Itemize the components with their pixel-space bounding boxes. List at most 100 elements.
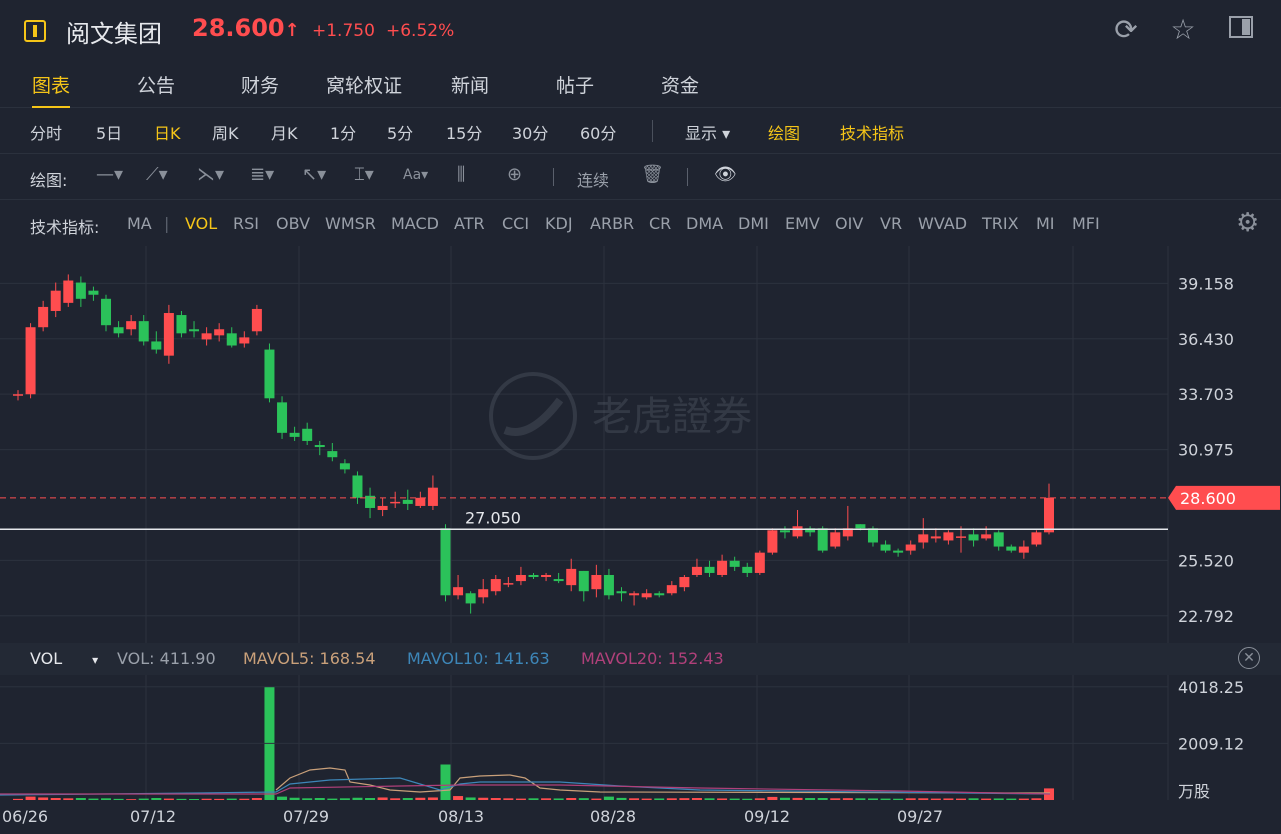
- candle-body: [553, 579, 564, 582]
- indicator-mi[interactable]: MI: [1036, 214, 1055, 233]
- continuous-toggle[interactable]: 连续: [577, 167, 609, 191]
- volume-bar: [101, 798, 112, 800]
- volume-bar: [38, 797, 49, 800]
- indicator-obv[interactable]: OBV: [276, 214, 310, 233]
- measure-tool-icon[interactable]: ⌶▾: [354, 164, 374, 185]
- candle-body: [251, 308, 262, 332]
- indicator-mfi[interactable]: MFI: [1072, 214, 1100, 233]
- kline-chart[interactable]: 老虎證券 39.158 36.430 33.703 30.975 25.520 22.79…: [0, 246, 1281, 834]
- candle-body: [754, 552, 765, 573]
- trend-tool-icon[interactable]: ⟋▾: [146, 164, 168, 185]
- zoom-icon[interactable]: ⊕: [507, 164, 522, 185]
- period-15min[interactable]: 15分: [446, 120, 482, 144]
- tab-capital[interactable]: 资金: [661, 71, 699, 98]
- volume-bar: [629, 798, 640, 800]
- refresh-icon[interactable]: ⟳: [1110, 14, 1142, 46]
- date-tick-label: 07/29: [283, 807, 329, 826]
- indicator-trix[interactable]: TRIX: [982, 214, 1019, 233]
- draw-button[interactable]: 绘图: [768, 120, 800, 144]
- indicator-rsi[interactable]: RSI: [233, 214, 259, 233]
- candle-body: [415, 497, 426, 506]
- tab-announcements[interactable]: 公告: [137, 71, 175, 98]
- period-daily[interactable]: 日K: [154, 120, 181, 144]
- candle-body: [377, 505, 388, 510]
- vol-selector[interactable]: VOL ▾: [30, 649, 98, 668]
- panel-toggle-icon[interactable]: [1225, 14, 1257, 46]
- candle-body: [490, 579, 501, 592]
- period-monthly[interactable]: 月K: [271, 120, 298, 144]
- period-1min[interactable]: 1分: [330, 120, 356, 144]
- volume-bar: [691, 798, 702, 800]
- date-tick-label: 08/13: [438, 807, 484, 826]
- candle-body: [603, 574, 614, 596]
- volume-bar: [88, 798, 99, 800]
- display-dropdown[interactable]: 显示 ▾: [685, 120, 730, 144]
- indicator-cci[interactable]: CCI: [502, 214, 529, 233]
- price-tick-label: 33.703: [1178, 385, 1234, 404]
- indicator-oiv[interactable]: OIV: [835, 214, 863, 233]
- mavol10-line: [0, 777, 1051, 796]
- indicator-vol[interactable]: VOL: [185, 214, 217, 233]
- trash-icon[interactable]: 🗑: [641, 164, 664, 185]
- close-icon[interactable]: ✕: [1238, 647, 1260, 669]
- candle-body: [339, 463, 350, 470]
- volume-bar: [289, 797, 300, 800]
- volume-bar: [314, 798, 325, 800]
- volume-bar: [75, 798, 86, 800]
- indicator-cr[interactable]: CR: [649, 214, 671, 233]
- volume-bar: [453, 796, 464, 800]
- period-weekly[interactable]: 周K: [212, 120, 239, 144]
- indicator-arbr[interactable]: ARBR: [590, 214, 634, 233]
- period-intraday[interactable]: 分时: [30, 120, 62, 144]
- tab-posts[interactable]: 帖子: [556, 71, 594, 98]
- indicators-button[interactable]: 技术指标: [840, 120, 904, 144]
- zigzag-tool-icon[interactable]: ⋋▾: [197, 164, 224, 185]
- indicator-dma[interactable]: DMA: [686, 214, 723, 233]
- candle-body: [528, 574, 539, 578]
- volume-bar: [541, 798, 552, 800]
- indicator-kdj[interactable]: KDJ: [545, 214, 573, 233]
- candle-body: [691, 566, 702, 575]
- star-icon[interactable]: ☆: [1167, 14, 1199, 46]
- indicator-wmsr[interactable]: WMSR: [325, 214, 376, 233]
- period-30min[interactable]: 30分: [512, 120, 548, 144]
- candle-body: [930, 536, 941, 539]
- candle-tool-icon[interactable]: ⫼: [457, 164, 465, 185]
- tab-warrants[interactable]: 窝轮权证: [326, 71, 402, 98]
- period-5min[interactable]: 5分: [387, 120, 413, 144]
- candles: [13, 274, 1054, 614]
- price-change-pct: +6.52%: [386, 21, 455, 41]
- arrow-tool-icon[interactable]: ↖▾: [302, 164, 326, 185]
- indicator-vr[interactable]: VR: [880, 214, 902, 233]
- line-tool-icon[interactable]: —▾: [96, 164, 123, 185]
- tab-chart[interactable]: 图表: [32, 71, 71, 108]
- gear-icon[interactable]: ⚙: [1236, 208, 1259, 238]
- indicator-atr[interactable]: ATR: [454, 214, 485, 233]
- candle-body: [63, 280, 74, 303]
- text-tool-icon[interactable]: Aa▾: [403, 167, 428, 183]
- indicator-ma[interactable]: MA: [127, 214, 152, 233]
- indicator-dmi[interactable]: DMI: [738, 214, 769, 233]
- indicator-macd[interactable]: MACD: [391, 214, 439, 233]
- period-5day[interactable]: 5日: [96, 120, 122, 144]
- tab-financials[interactable]: 财务: [241, 71, 279, 98]
- volume-bar: [1006, 798, 1017, 800]
- divider: |: [164, 214, 170, 233]
- candle-body: [981, 534, 992, 539]
- period-60min[interactable]: 60分: [580, 120, 616, 144]
- candle-body: [302, 428, 313, 441]
- volume-bar: [603, 796, 614, 800]
- tab-news[interactable]: 新闻: [451, 71, 489, 98]
- indicator-emv[interactable]: EMV: [785, 214, 820, 233]
- candle-body: [503, 583, 514, 585]
- volume-axis: 4018.25 2009.12 万股: [0, 678, 1244, 801]
- channel-tool-icon[interactable]: ≣▾: [250, 164, 274, 185]
- candle-body: [402, 499, 413, 504]
- indicator-wvad[interactable]: WVAD: [918, 214, 967, 233]
- candle-body: [264, 349, 275, 399]
- candle-body: [101, 298, 112, 326]
- volume-bar: [214, 798, 225, 800]
- candle-body: [453, 587, 464, 596]
- candle-body: [327, 451, 338, 458]
- eye-icon[interactable]: 👁: [714, 164, 737, 185]
